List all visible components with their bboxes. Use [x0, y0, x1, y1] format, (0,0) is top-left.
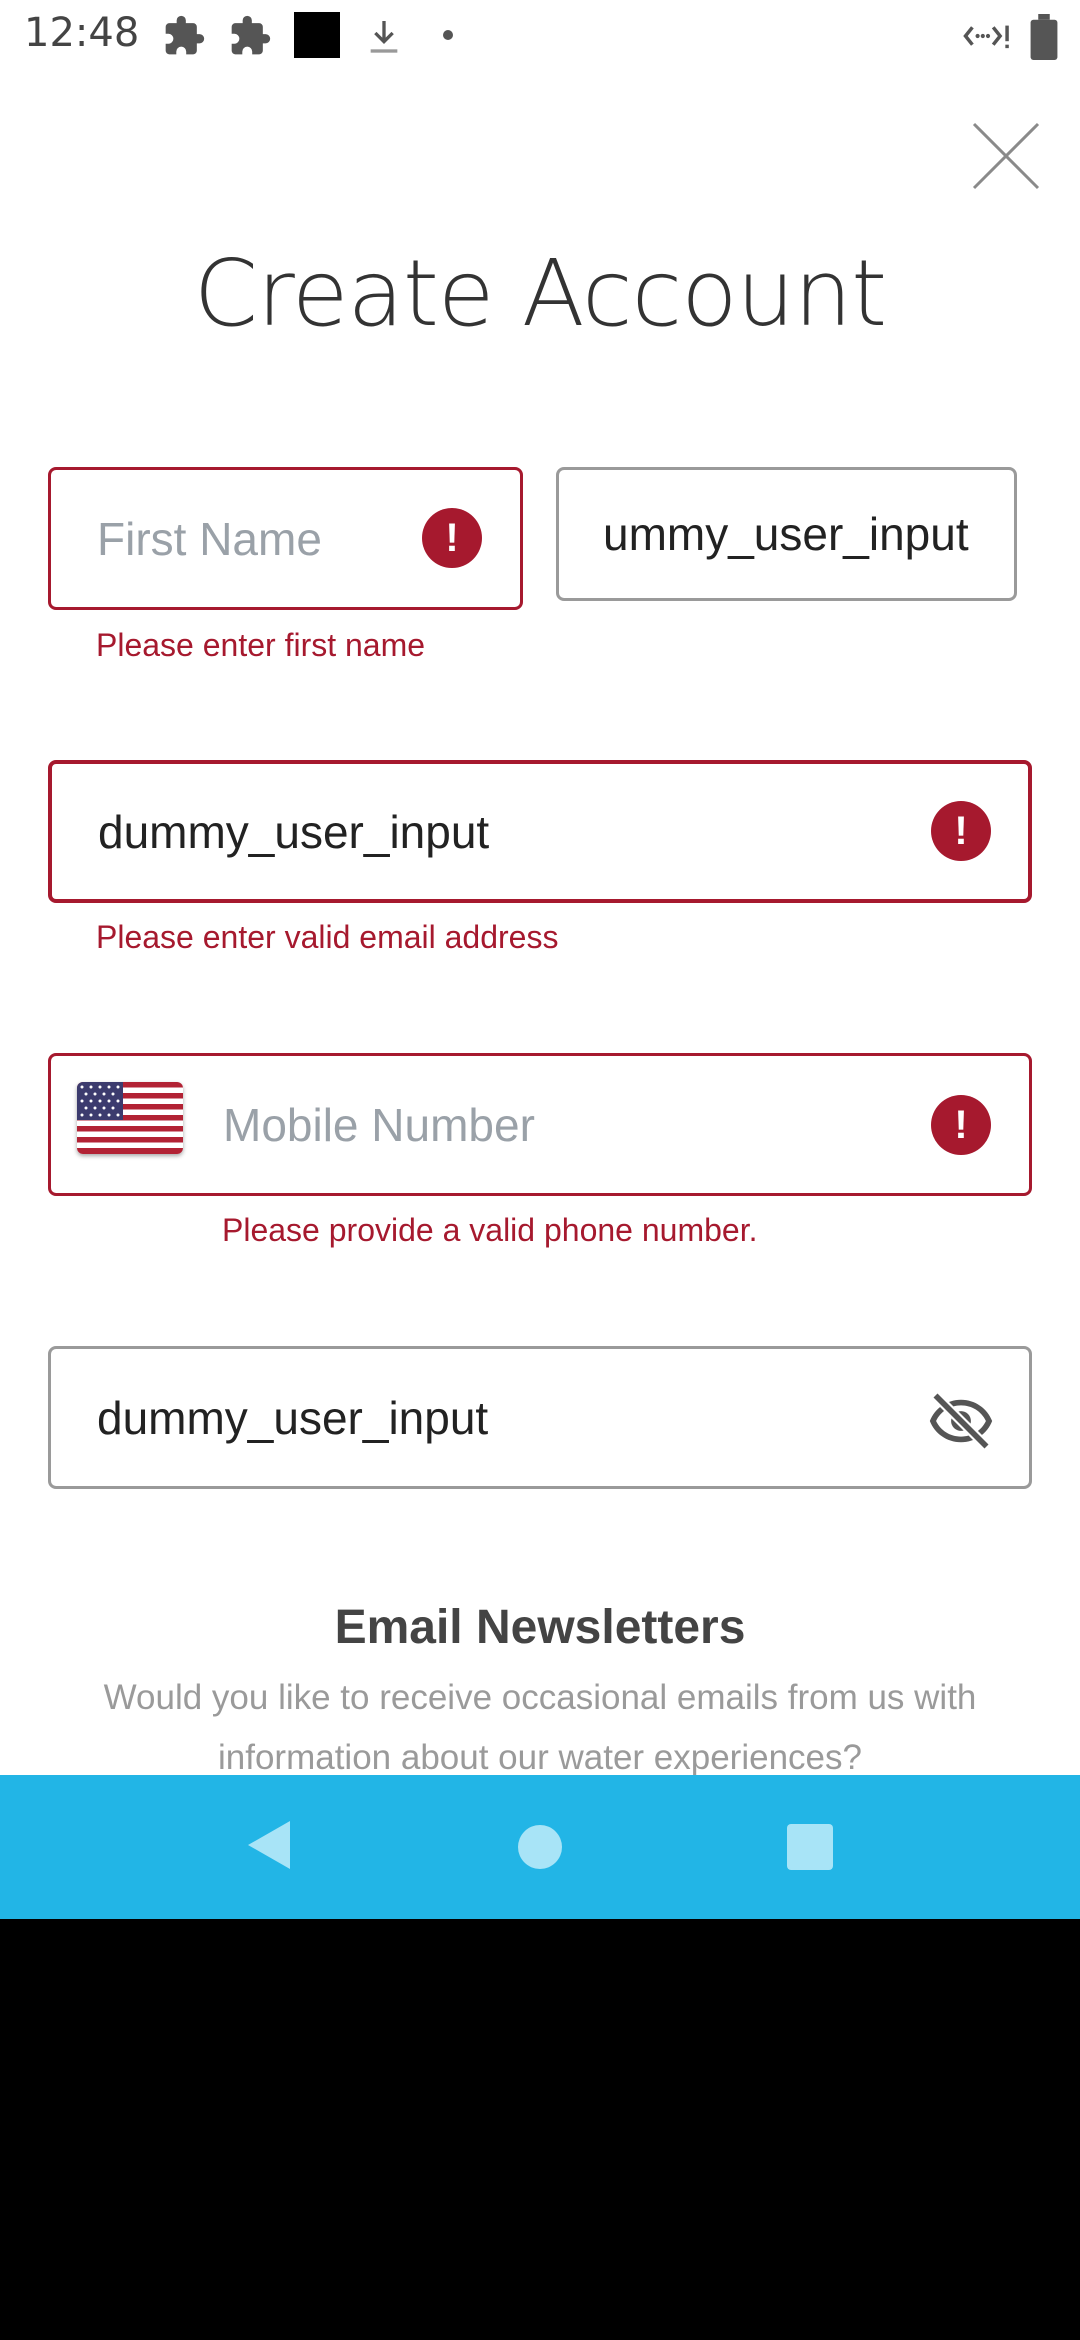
error-icon: !: [931, 1095, 991, 1155]
email-field[interactable]: dummy_user_input !: [48, 760, 1032, 903]
close-icon: [972, 122, 1040, 190]
download-icon: [370, 21, 398, 53]
error-icon: !: [931, 801, 991, 861]
first-name-placeholder: First Name: [97, 512, 322, 565]
mobile-number-error: Please provide a valid phone number.: [222, 1212, 758, 1248]
recents-icon[interactable]: [787, 1824, 833, 1870]
newsletter-description: Would you like to receive occasional ema…: [103, 1678, 977, 1775]
eye-off-icon[interactable]: [927, 1387, 995, 1455]
black-square-icon: [294, 12, 340, 58]
mobile-number-placeholder: Mobile Number: [223, 1098, 535, 1151]
last-name-field[interactable]: ummy_user_input: [556, 467, 1017, 601]
dot-icon: [443, 30, 453, 40]
mobile-number-field[interactable]: Mobile Number !: [48, 1053, 1032, 1196]
page-title: Create Account: [193, 240, 887, 347]
puzzle-icon: [165, 15, 205, 55]
status-bar: 12:48: [0, 0, 1080, 72]
status-time: 12:48: [24, 10, 140, 56]
newsletter-title: Email Newsletters: [334, 1601, 746, 1654]
battery-icon: [1030, 14, 1058, 60]
app-screen: 12:48 Create Account First Name ! Please…: [0, 0, 1080, 1775]
navigation-bar: [0, 1775, 1080, 1919]
password-value: dummy_user_input: [97, 1391, 489, 1444]
first-name-field[interactable]: First Name !: [48, 467, 523, 610]
first-name-error: Please enter first name: [96, 627, 426, 663]
close-button[interactable]: [968, 118, 1044, 194]
data-saver-icon: [963, 25, 1009, 49]
back-icon[interactable]: [244, 1817, 294, 1873]
puzzle-icon: [231, 15, 271, 55]
home-icon[interactable]: [518, 1825, 562, 1869]
error-icon: !: [422, 508, 482, 568]
us-flag-icon[interactable]: [77, 1082, 183, 1154]
password-field[interactable]: dummy_user_input: [48, 1346, 1032, 1489]
email-error: Please enter valid email address: [96, 919, 559, 955]
last-name-value: ummy_user_input: [603, 508, 969, 560]
email-value: dummy_user_input: [98, 805, 490, 858]
